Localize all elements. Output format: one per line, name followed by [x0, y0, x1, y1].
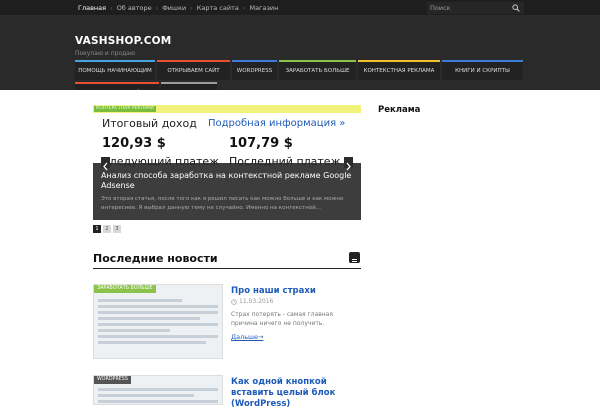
slide-image-text: 120,93 $	[102, 136, 166, 151]
nav-item-earn-more[interactable]: ЗАРАБОТАТЬ БОЛЬШЕ	[279, 60, 356, 80]
section-divider	[93, 268, 361, 269]
list-view-icon[interactable]	[349, 252, 360, 264]
featured-slider[interactable]: КОНТЕКСТНАЯ РЕКЛАМА Итоговый доход Подро…	[93, 105, 361, 220]
post-thumbnail[interactable]: WORDPRESS	[93, 375, 223, 405]
chevron-right-icon	[346, 162, 351, 171]
top-nav-features[interactable]: Фишки	[159, 0, 189, 16]
slide-caption: Анализ способа заработка на контекстной …	[93, 163, 361, 220]
post-category-tag[interactable]: ЗАРАБОТАТЬ БОЛЬШЕ	[94, 285, 156, 293]
slide-excerpt: Это вторая статья, после того как я реши…	[101, 196, 344, 211]
site-logo[interactable]: VASHSHOP.COM	[75, 35, 171, 47]
search-icon[interactable]	[512, 4, 520, 12]
slide-image-text: 107,79 $	[229, 136, 293, 151]
slider-page-3[interactable]: 3	[113, 225, 121, 233]
slider-page-1[interactable]: 1	[93, 225, 101, 233]
top-nav-sitemap[interactable]: Карта сайта	[194, 0, 242, 16]
thumbnail-image	[98, 388, 218, 404]
slider-next-button[interactable]	[344, 157, 353, 171]
slider-pagination: 1 2 3	[93, 225, 123, 233]
top-bar: Главная › Об авторе › Фишки › Карта сайт…	[0, 0, 600, 16]
top-nav: Главная › Об авторе › Фишки › Карта сайт…	[75, 0, 281, 16]
top-nav-home[interactable]: Главная	[75, 0, 109, 16]
slider-page-2[interactable]: 2	[103, 225, 111, 233]
section-title: Последние новости	[93, 252, 218, 265]
post-date: 11.03.2016	[239, 298, 274, 305]
sidebar-title: Реклама	[378, 105, 421, 115]
nav-item-open-site[interactable]: ОТКРЫВАЕМ САЙТ	[157, 60, 230, 80]
slide-title[interactable]: Анализ способа заработка на контекстной …	[101, 171, 356, 191]
slide-category-tag[interactable]: КОНТЕКСТНАЯ РЕКЛАМА	[94, 106, 156, 112]
nav-item-wordpress[interactable]: WORDPRESS	[232, 60, 277, 80]
post-title[interactable]: Про наши страхи	[231, 286, 361, 297]
slider-prev-button[interactable]	[101, 157, 110, 171]
nav-item-context-ads[interactable]: КОНТЕКСТНАЯ РЕКЛАМА	[358, 60, 440, 80]
search-input[interactable]: Поиск	[427, 2, 524, 14]
top-nav-shop[interactable]: Магазин	[246, 0, 281, 16]
clock-icon	[231, 299, 237, 305]
site-header: VASHSHOP.COM Покупаю и продаю ПОМОЩЬ НАЧ…	[0, 16, 600, 102]
read-more-link[interactable]: Дальше→	[231, 333, 263, 341]
top-nav-about[interactable]: Об авторе	[114, 0, 155, 16]
nav-item-beginners[interactable]: ПОМОЩЬ НАЧИНАЮЩИМ	[75, 60, 155, 80]
chevron-left-icon	[103, 162, 108, 171]
site-tagline: Покупаю и продаю	[75, 50, 135, 57]
thumbnail-image	[98, 299, 218, 347]
nav-item-books-scripts[interactable]: КНИГИ И СКРИПТЫ	[442, 60, 523, 80]
slide-image-text: Итоговый доход	[102, 117, 197, 130]
post-title[interactable]: Как одной кнопкой вставить целый блок (W…	[231, 377, 361, 410]
post-thumbnail[interactable]: ЗАРАБОТАТЬ БОЛЬШЕ	[93, 284, 223, 359]
post-excerpt: Страх потерять - самая главная причина н…	[231, 311, 333, 327]
post-category-tag[interactable]: WORDPRESS	[94, 376, 131, 384]
slide-image-text: Подробная информация »	[208, 118, 346, 129]
